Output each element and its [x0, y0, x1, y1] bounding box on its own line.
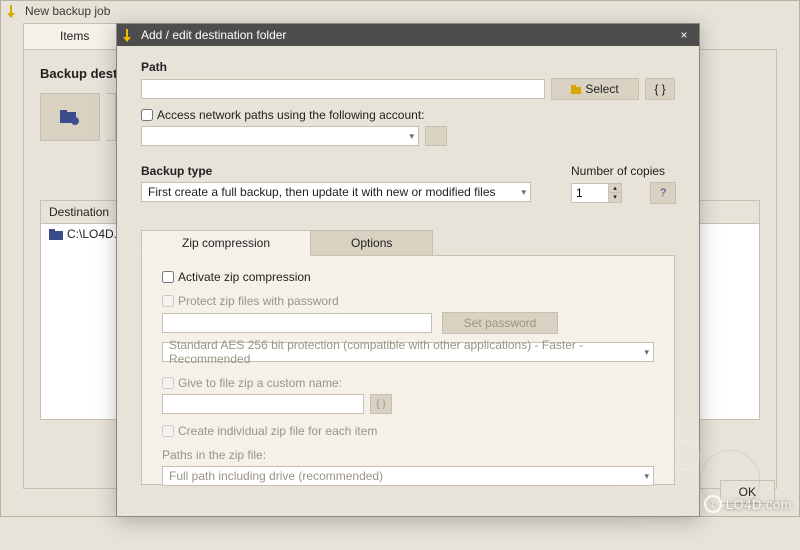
- select-button[interactable]: Select: [551, 78, 639, 100]
- dialog-titlebar: Add / edit destination folder ×: [117, 24, 699, 46]
- access-network-label: Access network paths using the following…: [157, 108, 424, 122]
- chevron-down-icon: ▾: [409, 131, 414, 142]
- folder-open-icon: [571, 84, 581, 94]
- backup-type-combo[interactable]: First create a full backup, then update …: [141, 182, 531, 202]
- activate-zip-label: Activate zip compression: [178, 270, 311, 284]
- chevron-down-icon: ▾: [644, 347, 649, 358]
- activate-zip-checkbox[interactable]: [162, 271, 174, 283]
- question-icon: ?: [660, 187, 666, 199]
- path-variables-button[interactable]: { }: [645, 78, 675, 100]
- chevron-down-icon: ▾: [521, 187, 526, 198]
- copies-label: Number of copies: [571, 164, 681, 178]
- encryption-value: Standard AES 256 bit protection (compati…: [169, 338, 644, 366]
- tab-items[interactable]: Items: [23, 23, 126, 49]
- main-window-title: New backup job: [25, 4, 110, 18]
- copies-input[interactable]: [571, 183, 609, 203]
- zip-panel: Activate zip compression Protect zip fil…: [141, 255, 675, 485]
- paths-label: Paths in the zip file:: [162, 448, 654, 462]
- access-network-checkbox[interactable]: [141, 109, 153, 121]
- paths-combo: Full path including drive (recommended) …: [162, 466, 654, 486]
- destination-big-button[interactable]: [40, 93, 100, 141]
- destination-split[interactable]: [106, 93, 116, 141]
- protect-zip-label: Protect zip files with password: [178, 294, 339, 308]
- custom-name-label: Give to file zip a custom name:: [178, 376, 342, 390]
- individual-zip-label: Create individual zip file for each item: [178, 424, 377, 438]
- paths-value: Full path including drive (recommended): [169, 469, 383, 483]
- folder-icon: [49, 229, 63, 240]
- custom-name-checkbox: [162, 377, 174, 389]
- path-input[interactable]: [141, 79, 545, 99]
- account-combo[interactable]: ▾: [141, 126, 419, 146]
- main-titlebar: New backup job: [1, 1, 799, 21]
- tab-options[interactable]: Options: [310, 230, 433, 256]
- spinner-up-icon[interactable]: ▴: [609, 184, 621, 193]
- custom-name-input: [162, 394, 364, 414]
- copies-spinner[interactable]: ▴ ▾: [571, 183, 622, 203]
- encryption-combo: Standard AES 256 bit protection (compati…: [162, 342, 654, 362]
- set-password-button: Set password: [442, 312, 558, 334]
- backup-type-value: First create a full backup, then update …: [148, 185, 496, 199]
- custom-name-variables-button: { }: [370, 394, 392, 414]
- path-label: Path: [141, 60, 675, 74]
- dialog-title: Add / edit destination folder: [141, 28, 286, 42]
- protect-zip-checkbox: [162, 295, 174, 307]
- destination-dialog: Add / edit destination folder × Path Sel…: [116, 23, 700, 517]
- ok-button[interactable]: OK: [720, 480, 775, 504]
- inner-tabs: Zip compression Options: [141, 230, 675, 256]
- password-input: [162, 313, 432, 333]
- chevron-down-icon: ▾: [644, 471, 649, 482]
- dialog-icon: [123, 28, 137, 42]
- app-icon: [7, 4, 21, 18]
- tab-zip-compression[interactable]: Zip compression: [141, 230, 311, 256]
- select-label: Select: [585, 82, 618, 96]
- individual-zip-checkbox: [162, 425, 174, 437]
- account-edit-button[interactable]: [425, 126, 447, 146]
- close-button[interactable]: ×: [675, 27, 693, 43]
- spinner-down-icon[interactable]: ▾: [609, 193, 621, 202]
- help-button[interactable]: ?: [650, 182, 676, 204]
- close-icon: ×: [680, 28, 687, 42]
- backup-type-label: Backup type: [141, 164, 531, 178]
